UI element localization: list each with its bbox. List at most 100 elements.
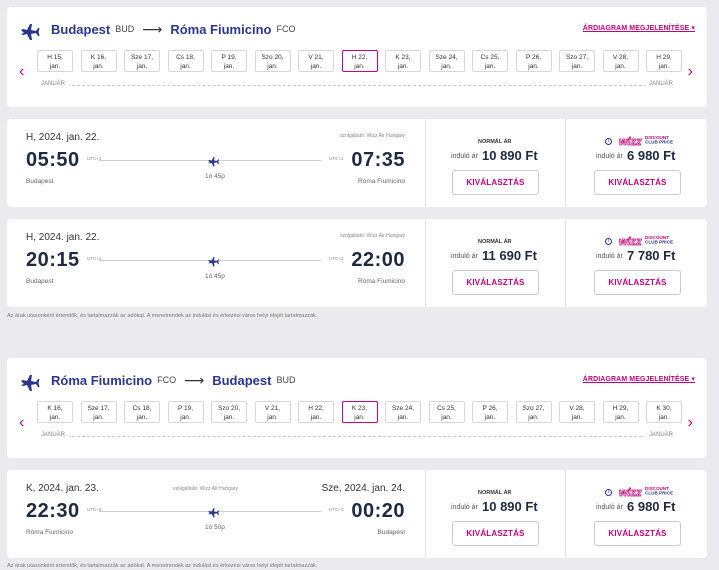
price-diagram-link[interactable]: ÁRDIAGRAM MEGJELENÍTÉSE ▾	[583, 375, 695, 383]
svg-text:wizz: wizz	[619, 236, 642, 248]
date-tab[interactable]: Sze 24, jan.	[385, 401, 421, 423]
price-diagram-link[interactable]: ÁRDIAGRAM MEGJELENÍTÉSE ▾	[583, 24, 695, 32]
club-price: 6 980 Ft	[627, 499, 676, 514]
departure-time: 20:15	[26, 249, 80, 271]
date-tab-month: jan.	[615, 63, 626, 70]
next-dates-chevron-icon[interactable]: ›	[688, 414, 693, 432]
date-tab[interactable]: Szo 20, jan.	[211, 401, 247, 423]
date-tab[interactable]: Cs 18, jan.	[124, 401, 160, 423]
flight-duration: 1ó 50p	[205, 524, 225, 531]
select-normal-fare-button[interactable]: KIVÁLASZTÁS	[452, 270, 539, 295]
outbound-date-strip: ‹ H 15, jan. K 16, jan. Sze 17, jan. Cs 18, jan…	[7, 49, 707, 107]
date-tab[interactable]: Sze 17, jan.	[124, 50, 160, 72]
date-tab[interactable]: P 26, jan.	[472, 401, 508, 423]
date-tab[interactable]: V 21, jan.	[298, 50, 334, 72]
route-arrow-icon: ⟶	[184, 371, 205, 388]
date-tab-month: jan.	[267, 414, 278, 421]
info-icon[interactable]: i	[605, 238, 612, 245]
date-tab[interactable]: V 28, jan.	[559, 401, 595, 423]
info-icon[interactable]: i	[605, 138, 612, 145]
next-dates-chevron-icon[interactable]: ›	[688, 63, 693, 81]
wizz-discount-club-logo: wizz DISCOUNT CLUB PRICE	[619, 485, 679, 499]
arrival-utc: UTC+1	[329, 256, 344, 261]
date-tab-day: Sze 17,	[130, 54, 154, 61]
date-tab-month: jan.	[484, 414, 496, 421]
date-tab[interactable]: K 16, jan.	[37, 401, 73, 423]
date-tab[interactable]: Cs 18, jan.	[167, 50, 204, 72]
date-tab[interactable]: V 28, jan.	[602, 50, 639, 72]
date-tab-month: jan.	[354, 63, 365, 70]
dest-city: Róma Fiumicino	[170, 21, 272, 37]
date-tab[interactable]: Cs 25, jan.	[428, 401, 465, 423]
normal-price: 11 690 Ft	[482, 248, 537, 263]
date-tab[interactable]: Sze 24, jan.	[428, 50, 465, 72]
dest-city: Budapest	[212, 372, 272, 388]
date-tab[interactable]: P 19, jan.	[211, 50, 247, 72]
date-tab-day: V 21,	[264, 405, 281, 412]
inbound-header: Róma Fiumicino FCO ⟶ Budapest BUD ÁRDIAG…	[7, 358, 707, 400]
date-tab[interactable]: K 23, jan.	[341, 401, 378, 423]
date-tab[interactable]: V 21, jan.	[254, 401, 291, 423]
info-icon[interactable]: i	[605, 489, 612, 496]
date-tab[interactable]: H 22, jan.	[341, 50, 378, 72]
prev-dates-chevron-icon[interactable]: ‹	[19, 63, 24, 81]
date-tab-month: jan.	[93, 414, 104, 421]
date-tab-month: jan.	[49, 414, 61, 421]
dest-code: FCO	[276, 24, 296, 34]
date-tab-day: Sze 24,	[391, 405, 415, 412]
date-tab[interactable]: H 29, jan.	[646, 50, 682, 72]
operator-label: szolgáltató: Wizz Air Hungary	[339, 233, 405, 239]
svg-text:CLUB PRICE: CLUB PRICE	[645, 491, 673, 496]
date-tab[interactable]: Sze 17, jan.	[80, 401, 117, 423]
select-club-fare-button[interactable]: KIVÁLASZTÁS	[594, 521, 681, 546]
arrival-city: Róma Fiumicino	[358, 278, 405, 285]
card-divider	[565, 119, 566, 207]
date-tab[interactable]: H 29, jan.	[602, 401, 639, 423]
select-normal-fare-button[interactable]: KIVÁLASZTÁS	[452, 521, 539, 546]
svg-text:CLUB PRICE: CLUB PRICE	[645, 240, 673, 245]
date-tab-month: jan.	[528, 414, 539, 421]
normal-price: 10 890 Ft	[482, 499, 538, 514]
inbound-route: Róma Fiumicino FCO ⟶ Budapest BUD	[19, 368, 295, 392]
date-tab-day: P 26,	[525, 54, 542, 61]
date-tab-month: jan.	[658, 414, 670, 421]
date-tab-day: P 19,	[221, 54, 237, 61]
date-tab-month: jan.	[397, 414, 409, 421]
date-tab[interactable]: K 23, jan.	[385, 50, 421, 72]
card-divider	[565, 219, 566, 307]
date-tab-day: V 28,	[612, 54, 629, 61]
origin-city: Róma Fiumicino	[51, 372, 153, 388]
date-tab-day: Szo 20,	[261, 54, 284, 61]
date-tab-day: P 19,	[177, 405, 194, 412]
month-label-right: JANUÁR	[644, 81, 677, 87]
date-tab-day: Szo 27,	[565, 54, 589, 61]
select-normal-fare-button[interactable]: KIVÁLASZTÁS	[452, 170, 539, 195]
date-tab[interactable]: Szo 27, jan.	[515, 401, 552, 423]
svg-text:wizz: wizz	[619, 487, 642, 499]
date-tab-day: K 16,	[90, 54, 107, 61]
date-tab[interactable]: K 16, jan.	[80, 50, 117, 72]
select-club-fare-button[interactable]: KIVÁLASZTÁS	[594, 170, 681, 195]
select-club-fare-button[interactable]: KIVÁLASZTÁS	[594, 270, 681, 295]
departure-time: 22:30	[26, 500, 80, 522]
date-tab[interactable]: Cs 25, jan.	[472, 50, 508, 72]
date-tab[interactable]: Szo 20, jan.	[254, 50, 291, 72]
svg-text:wizz: wizz	[619, 136, 642, 148]
date-tab[interactable]: K 30, jan.	[646, 401, 682, 423]
origin-code: FCO	[157, 375, 177, 385]
date-tab[interactable]: P 26, jan.	[515, 50, 552, 72]
date-tab[interactable]: H 15, jan.	[37, 50, 73, 72]
price-note: Az árak utasonként értendők, és tartalma…	[7, 563, 318, 569]
date-tab-day: Cs 18,	[132, 405, 152, 412]
departure-time: 05:50	[26, 149, 80, 171]
date-tab-month: jan.	[93, 63, 104, 70]
airplane-icon	[21, 24, 40, 40]
price-note: Az árak utasonként értendők, és tartalma…	[7, 313, 318, 319]
date-tab-month: jan.	[49, 63, 61, 70]
date-tab[interactable]: H 22, jan.	[298, 401, 334, 423]
date-tab[interactable]: Szo 27, jan.	[559, 50, 595, 72]
date-tab[interactable]: P 19, jan.	[167, 401, 204, 423]
prev-dates-chevron-icon[interactable]: ‹	[19, 414, 24, 432]
normal-fare-label: NORMÁL ÁR	[478, 139, 512, 145]
date-tab-day: P 26,	[482, 405, 498, 412]
